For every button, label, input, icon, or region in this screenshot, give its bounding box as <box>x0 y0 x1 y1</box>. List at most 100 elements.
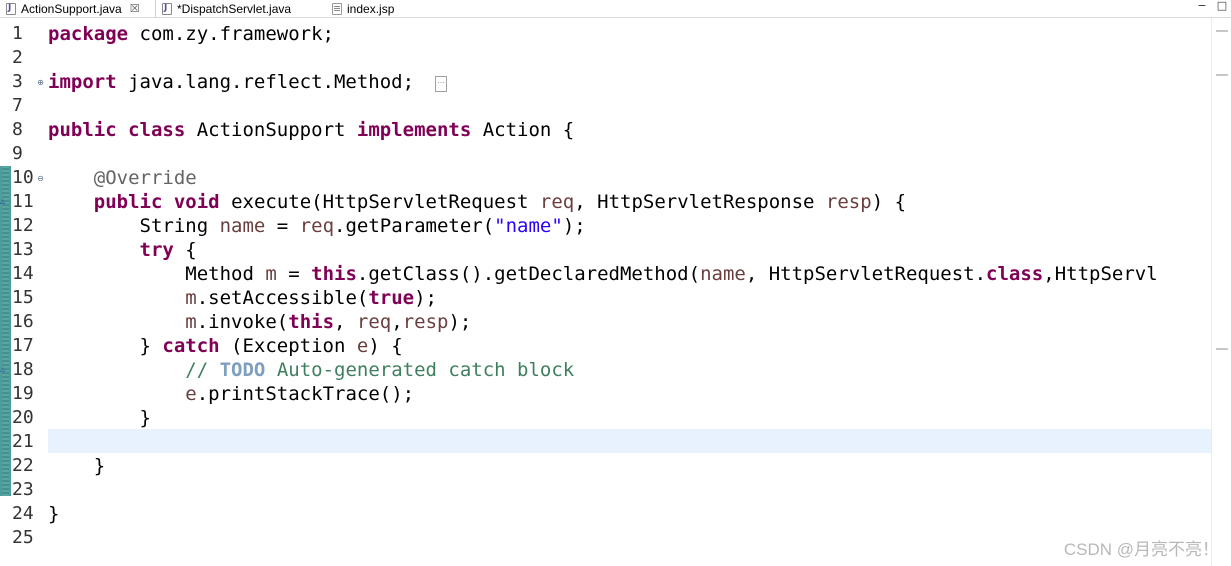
code-line: 19 e.printStackTrace(); <box>0 382 1211 406</box>
code-token-plain: , HttpServletResponse <box>574 191 826 213</box>
code-token-cmt: Auto-generated catch block <box>265 359 575 381</box>
code-text[interactable]: } <box>48 502 59 526</box>
watermark: CSDN @月亮不亮！ <box>1063 540 1219 559</box>
line-number: 22 <box>12 455 34 476</box>
code-token-var: name <box>219 215 266 237</box>
code-line: 15 m.setAccessible(true); <box>0 286 1211 310</box>
code-text[interactable]: import java.lang.reflect.Method; <box>48 70 414 94</box>
code-token-plain: } <box>48 503 60 525</box>
code-token-kw: catch <box>162 335 220 357</box>
code-line: 23 <box>0 478 1211 502</box>
maximize-icon[interactable]: □ <box>1216 0 1228 12</box>
line-number: 10 <box>12 167 34 188</box>
code-text[interactable]: } <box>48 454 105 478</box>
code-text[interactable]: // TODO Auto-generated catch block <box>48 358 574 382</box>
override-marker-icon[interactable]: ▵ <box>0 197 10 207</box>
code-token-kw: public <box>48 119 117 141</box>
line-number: 14 <box>12 263 34 284</box>
tab-label: ActionSupport.java <box>21 1 122 16</box>
code-token-plain: , <box>391 311 403 333</box>
line-number: 12 <box>12 215 34 236</box>
code-token-var: req <box>356 311 392 333</box>
code-text[interactable]: } <box>48 406 151 430</box>
code-token-var: resp <box>402 311 449 333</box>
code-text[interactable]: package com.zy.framework; <box>48 22 334 46</box>
overview-ruler[interactable] <box>1211 18 1231 566</box>
java-file-icon: J <box>162 2 172 15</box>
tab-actionsupport-java[interactable]: J ActionSupport.java ☒ <box>0 0 156 17</box>
task-marker-icon[interactable]: ▵ <box>0 365 10 375</box>
code-line: 9 <box>0 142 1211 166</box>
collapsed-imports-icon[interactable]: … <box>435 76 447 92</box>
line-number: 20 <box>12 407 34 428</box>
code-token-plain: = <box>265 215 300 237</box>
line-number: 8 <box>12 119 23 140</box>
line-number: 15 <box>12 287 34 308</box>
line-number: 16 <box>12 311 34 332</box>
code-text[interactable]: try { <box>48 238 197 262</box>
fold-expand-icon[interactable]: ⊕ <box>36 78 45 87</box>
tab-label: *DispatchServlet.java <box>177 1 292 16</box>
tab-index-jsp[interactable]: index.jsp <box>326 0 416 17</box>
code-token-plain: .invoke( <box>196 311 289 333</box>
code-token-var: req <box>299 215 335 237</box>
code-token-plain: ); <box>414 287 437 309</box>
code-token-plain: java.lang.reflect.Method; <box>116 71 415 93</box>
code-token-kw: true <box>368 287 415 309</box>
line-number: 9 <box>12 143 23 164</box>
code-token-plain: Action { <box>471 119 575 141</box>
tab-dispatchservlet-java[interactable]: J *DispatchServlet.java <box>156 0 316 17</box>
code-text[interactable]: String name = req.getParameter("name"); <box>48 214 586 238</box>
code-token-ann: @Override <box>93 167 197 189</box>
editor-tab-bar: J ActionSupport.java ☒ J *DispatchServle… <box>0 0 1231 18</box>
code-token-plain: ) { <box>368 335 403 357</box>
code-text[interactable]: public class ActionSupport implements Ac… <box>48 118 574 142</box>
code-text[interactable]: e.printStackTrace(); <box>48 382 414 406</box>
minimize-icon[interactable]: − <box>1196 0 1208 12</box>
close-tab-icon[interactable]: ☒ <box>130 2 140 15</box>
code-token-plain: .getParameter( <box>334 215 495 237</box>
code-token-plain: .setAccessible( <box>196 287 369 309</box>
code-text[interactable]: Method m = this.getClass().getDeclaredMe… <box>48 262 1157 286</box>
code-token-plain: { <box>173 239 197 261</box>
line-number: 21 <box>12 431 34 452</box>
code-line: 20 } <box>0 406 1211 430</box>
overview-mark[interactable] <box>1216 30 1228 32</box>
code-line: 10 ⊖ @Override <box>0 166 1211 190</box>
code-token-kw: this <box>288 311 335 333</box>
overview-mark[interactable] <box>1216 74 1228 76</box>
code-line: ▵ 11 public void execute(HttpServletRequ… <box>0 190 1211 214</box>
jsp-file-icon <box>332 2 342 15</box>
code-text[interactable]: m.invoke(this, req,resp); <box>48 310 471 334</box>
code-line: 7 <box>0 94 1211 118</box>
code-token-plain: .getClass().getDeclaredMethod( <box>356 263 701 285</box>
code-line: 12 String name = req.getParameter("name"… <box>0 214 1211 238</box>
fold-collapse-icon[interactable]: ⊖ <box>36 174 45 183</box>
code-text[interactable]: public void execute(HttpServletRequest r… <box>48 190 906 214</box>
code-text[interactable]: } catch (Exception e) { <box>48 334 403 358</box>
code-token-str: "name" <box>494 215 563 237</box>
code-token-kw: implements <box>356 119 472 141</box>
code-token-kw: import <box>48 71 117 93</box>
code-line: 25 <box>0 526 1211 550</box>
line-number: 24 <box>12 503 34 524</box>
code-token-kw: class <box>986 263 1044 285</box>
code-token-plain: Method <box>48 263 266 285</box>
code-token-plain: String <box>48 215 220 237</box>
code-token-var: m <box>185 311 197 333</box>
line-number: 18 <box>12 359 34 380</box>
code-text[interactable]: m.setAccessible(true); <box>48 286 437 310</box>
code-text[interactable]: @Override <box>48 166 197 190</box>
code-token-plain: .printStackTrace(); <box>196 383 415 405</box>
code-editor[interactable]: 1 package com.zy.framework; 2 3 ⊕ import… <box>0 18 1231 566</box>
code-line: 8 public class ActionSupport implements … <box>0 118 1211 142</box>
code-line: 16 m.invoke(this, req,resp); <box>0 310 1211 334</box>
code-token-var: resp <box>825 191 872 213</box>
overview-mark[interactable] <box>1216 348 1228 350</box>
